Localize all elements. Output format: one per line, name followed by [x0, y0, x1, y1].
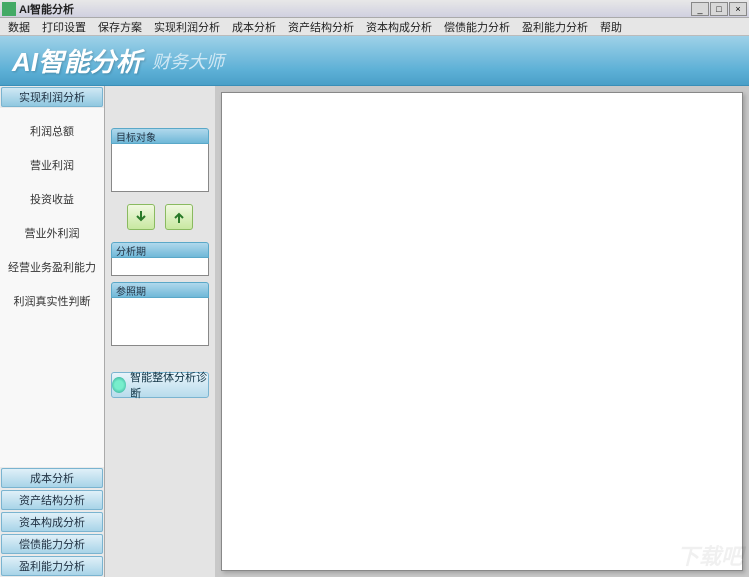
analysis-period-panel: 分析期: [111, 242, 209, 276]
menu-asset[interactable]: 资产结构分析: [282, 19, 360, 35]
titlebar: AI智能分析 _ □ ×: [0, 0, 749, 18]
nav-investment-income[interactable]: 投资收益: [0, 182, 104, 216]
menu-cost[interactable]: 成本分析: [226, 19, 282, 35]
app-icon: [2, 2, 16, 16]
nav-profit-authenticity[interactable]: 利润真实性判断: [0, 284, 104, 318]
section-capital[interactable]: 资本构成分析: [1, 512, 103, 532]
nav-list: 利润总额 营业利润 投资收益 营业外利润 经营业务盈利能力 利润真实性判断: [0, 108, 104, 467]
nav-operating-profit[interactable]: 营业利润: [0, 148, 104, 182]
menu-profit[interactable]: 实现利润分析: [148, 19, 226, 35]
banner-title: AI智能分析: [12, 42, 142, 79]
control-column: 目标对象 分析期 参照期 智能整体分析诊断: [105, 86, 215, 577]
banner: AI智能分析 财务大师: [0, 36, 749, 86]
menu-debt[interactable]: 偿债能力分析: [438, 19, 516, 35]
reference-period-header: 参照期: [111, 282, 209, 298]
target-list[interactable]: [111, 144, 209, 192]
menu-save[interactable]: 保存方案: [92, 19, 148, 35]
arrow-down-icon: [133, 209, 149, 225]
diagnosis-label: 智能整体分析诊断: [130, 369, 208, 401]
reference-period-panel: 参照期: [111, 282, 209, 346]
report-page[interactable]: [221, 92, 743, 571]
analysis-period-header: 分析期: [111, 242, 209, 258]
nav-business-profitability[interactable]: 经营业务盈利能力: [0, 250, 104, 284]
section-profitability[interactable]: 盈利能力分析: [1, 556, 103, 576]
nav-total-profit[interactable]: 利润总额: [0, 114, 104, 148]
nav-nonoperating-profit[interactable]: 营业外利润: [0, 216, 104, 250]
menu-data[interactable]: 数据: [2, 19, 36, 35]
smart-diagnosis-button[interactable]: 智能整体分析诊断: [111, 372, 209, 398]
section-profit-analysis[interactable]: 实现利润分析: [1, 87, 103, 107]
canvas-area: [215, 86, 749, 577]
close-button[interactable]: ×: [729, 2, 747, 16]
maximize-button[interactable]: □: [710, 2, 728, 16]
diagnosis-icon: [112, 377, 126, 393]
menu-help[interactable]: 帮助: [594, 19, 628, 35]
arrow-up-icon: [171, 209, 187, 225]
analysis-period-input[interactable]: [111, 258, 209, 276]
section-debt[interactable]: 偿债能力分析: [1, 534, 103, 554]
sidebar: 实现利润分析 利润总额 营业利润 投资收益 营业外利润 经营业务盈利能力 利润真…: [0, 86, 105, 577]
banner-subtitle: 财务大师: [152, 48, 224, 74]
section-asset[interactable]: 资产结构分析: [1, 490, 103, 510]
menu-profitability[interactable]: 盈利能力分析: [516, 19, 594, 35]
section-cost[interactable]: 成本分析: [1, 468, 103, 488]
target-panel: 目标对象: [111, 128, 209, 192]
arrow-down-button[interactable]: [127, 204, 155, 230]
minimize-button[interactable]: _: [691, 2, 709, 16]
window-title: AI智能分析: [19, 1, 690, 17]
menu-print[interactable]: 打印设置: [36, 19, 92, 35]
menubar: 数据 打印设置 保存方案 实现利润分析 成本分析 资产结构分析 资本构成分析 偿…: [0, 18, 749, 36]
target-panel-header: 目标对象: [111, 128, 209, 144]
arrow-up-button[interactable]: [165, 204, 193, 230]
reference-period-list[interactable]: [111, 298, 209, 346]
menu-capital[interactable]: 资本构成分析: [360, 19, 438, 35]
